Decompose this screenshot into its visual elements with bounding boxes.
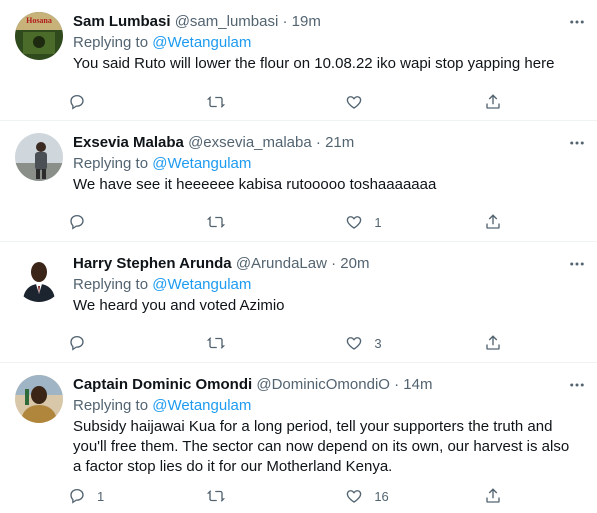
tweet-text: We heard you and voted Azimio	[73, 297, 285, 314]
more-horizontal-icon	[570, 262, 584, 266]
heart-icon	[344, 333, 364, 353]
separator: ·	[331, 255, 337, 272]
share-icon	[483, 333, 503, 353]
timestamp[interactable]: 20m	[340, 255, 369, 272]
avatar[interactable]	[15, 254, 63, 302]
reply-button[interactable]	[67, 212, 127, 232]
retweet-button[interactable]	[206, 92, 266, 112]
retweet-button[interactable]	[206, 212, 266, 232]
tweet-header: Exsevia Malaba @exsevia_malaba · 21m	[73, 133, 587, 153]
svg-text:Hosana: Hosana	[26, 16, 52, 25]
display-name[interactable]: Sam Lumbasi	[73, 13, 171, 30]
avatar[interactable]: Hosana	[15, 12, 63, 60]
tweet-actions: 1	[67, 210, 507, 234]
retweet-button[interactable]	[206, 486, 266, 506]
reply-button[interactable]: 1	[67, 486, 127, 506]
heart-icon	[344, 486, 364, 506]
replying-to-label: Replying to	[73, 276, 149, 293]
share-icon	[483, 486, 503, 506]
tweet-header: Captain Dominic Omondi @DominicOmondiO ·…	[73, 375, 587, 395]
replying-to-handle[interactable]: @Wetangulam	[152, 397, 251, 414]
retweet-icon	[206, 486, 226, 506]
tweet-text: We have see it heeeeee kabisa rutooooo t…	[73, 176, 437, 193]
display-name[interactable]: Captain Dominic Omondi	[73, 376, 252, 393]
replying-to-handle[interactable]: @Wetangulam	[152, 34, 251, 51]
more-button[interactable]	[565, 373, 589, 397]
reply-icon	[67, 92, 87, 112]
more-button[interactable]	[565, 10, 589, 34]
replying-to-handle[interactable]: @Wetangulam	[152, 276, 251, 293]
like-count: 1	[374, 214, 382, 230]
like-count: 16	[374, 488, 389, 504]
timestamp[interactable]: 21m	[325, 134, 354, 151]
tweet-actions: 1 16	[67, 484, 507, 508]
reply-button[interactable]	[67, 333, 127, 353]
replying-to: Replying to @Wetangulam	[73, 275, 587, 295]
like-button[interactable]	[344, 92, 404, 112]
separator: ·	[315, 134, 321, 151]
user-handle[interactable]: @ArundaLaw	[236, 255, 327, 272]
separator: ·	[394, 376, 400, 393]
replying-to-label: Replying to	[73, 34, 149, 51]
user-handle[interactable]: @exsevia_malaba	[188, 134, 312, 151]
tweet-text: Subsidy haijawai Kua for a long period, …	[73, 418, 570, 475]
heart-icon	[344, 212, 364, 232]
more-horizontal-icon	[570, 141, 584, 145]
tweet-actions: 3	[67, 331, 507, 355]
share-icon	[483, 212, 503, 232]
tweet[interactable]: Hosana Sam Lumbasi @sam_lumbasi · 19m Re…	[0, 0, 597, 121]
like-count: 3	[374, 335, 382, 351]
timestamp[interactable]: 19m	[292, 13, 321, 30]
share-button[interactable]	[483, 333, 507, 353]
replying-to-label: Replying to	[73, 397, 149, 414]
display-name[interactable]: Exsevia Malaba	[73, 134, 184, 151]
replying-to: Replying to @Wetangulam	[73, 396, 587, 416]
avatar[interactable]	[15, 133, 63, 181]
reply-button[interactable]	[67, 92, 127, 112]
tweet-header: Harry Stephen Arunda @ArundaLaw · 20m	[73, 254, 587, 274]
retweet-icon	[206, 92, 226, 112]
retweet-icon	[206, 212, 226, 232]
like-button[interactable]: 3	[344, 333, 404, 353]
replying-to-handle[interactable]: @Wetangulam	[152, 155, 251, 172]
separator: ·	[282, 13, 288, 30]
timestamp[interactable]: 14m	[403, 376, 432, 393]
avatar[interactable]	[15, 375, 63, 423]
reply-count: 1	[97, 488, 105, 504]
share-icon	[483, 92, 503, 112]
share-button[interactable]	[483, 92, 507, 112]
reply-icon	[67, 333, 87, 353]
user-handle[interactable]: @sam_lumbasi	[175, 13, 279, 30]
tweet-actions	[67, 90, 507, 114]
display-name[interactable]: Harry Stephen Arunda	[73, 255, 232, 272]
retweet-icon	[206, 333, 226, 353]
tweet[interactable]: Captain Dominic Omondi @DominicOmondiO ·…	[0, 363, 597, 513]
more-horizontal-icon	[570, 20, 584, 24]
replying-to: Replying to @Wetangulam	[73, 154, 587, 174]
more-horizontal-icon	[570, 383, 584, 387]
tweet[interactable]: Harry Stephen Arunda @ArundaLaw · 20m Re…	[0, 242, 597, 363]
replying-to-label: Replying to	[73, 155, 149, 172]
tweet-text: You said Ruto will lower the flour on 10…	[73, 55, 555, 72]
user-handle[interactable]: @DominicOmondiO	[256, 376, 390, 393]
heart-icon	[344, 92, 364, 112]
share-button[interactable]	[483, 212, 507, 232]
more-button[interactable]	[565, 252, 589, 276]
replying-to: Replying to @Wetangulam	[73, 33, 587, 53]
like-button[interactable]: 1	[344, 212, 404, 232]
more-button[interactable]	[565, 131, 589, 155]
share-button[interactable]	[483, 486, 507, 506]
tweet[interactable]: Exsevia Malaba @exsevia_malaba · 21m Rep…	[0, 121, 597, 242]
retweet-button[interactable]	[206, 333, 266, 353]
like-button[interactable]: 16	[344, 486, 404, 506]
tweet-header: Sam Lumbasi @sam_lumbasi · 19m	[73, 12, 587, 32]
reply-icon	[67, 486, 87, 506]
reply-icon	[67, 212, 87, 232]
